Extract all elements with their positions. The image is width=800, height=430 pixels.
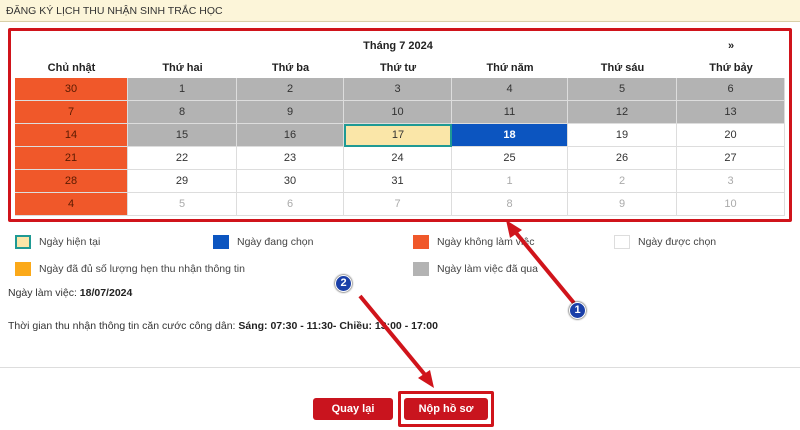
arrow-2 [358, 294, 428, 378]
annotation-badge-2: 2 [335, 275, 352, 292]
annotation-badge-1: 1 [569, 302, 586, 319]
arrow-1 [510, 226, 576, 305]
annotation-arrows [358, 220, 576, 388]
arrow-2-head [418, 370, 434, 388]
